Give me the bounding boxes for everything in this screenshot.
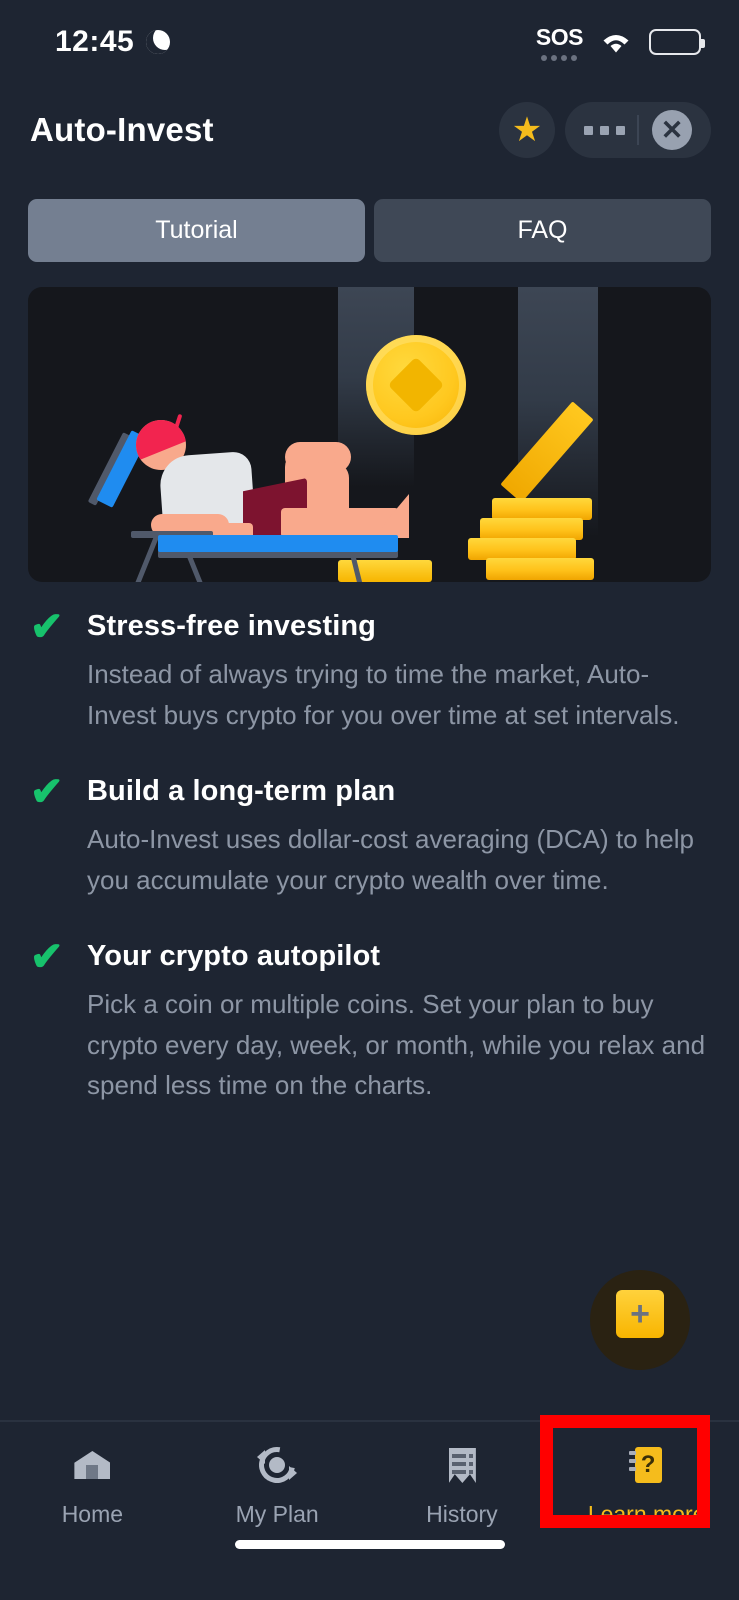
status-bar-right: SOS: [535, 23, 705, 61]
signal-dots-icon: [541, 54, 578, 61]
feature-item: ✔ Stress-free investing Instead of alway…: [30, 605, 710, 735]
sync-plan-icon: [252, 1439, 303, 1491]
close-icon: ✕: [652, 110, 692, 150]
tab-bar: Tutorial FAQ: [28, 199, 711, 262]
wifi-icon: [599, 29, 633, 55]
hero-illustration: [28, 287, 711, 582]
nav-label: Home: [61, 1501, 124, 1527]
home-indicator: [235, 1540, 505, 1549]
tab-faq[interactable]: FAQ: [374, 199, 711, 262]
feature-title: Build a long-term plan: [87, 775, 396, 808]
nav-item-history[interactable]: History: [370, 1422, 555, 1528]
header-pill-group: ✕: [565, 102, 711, 158]
lounger-person-illustration: [87, 413, 423, 582]
favorite-button[interactable]: ★: [499, 102, 555, 158]
tab-tutorial[interactable]: Tutorial: [28, 199, 365, 262]
question-book-icon: ?: [626, 1444, 668, 1486]
chair-seat: [158, 535, 398, 552]
feature-description: Instead of always trying to time the mar…: [87, 659, 680, 730]
nav-label: My Plan: [235, 1501, 319, 1527]
battery-icon: [649, 29, 705, 55]
close-button[interactable]: ✕: [639, 102, 705, 158]
sos-indicator: SOS: [535, 23, 584, 61]
more-icon-dot: [599, 125, 609, 135]
status-bar: 12:45 SOS: [0, 0, 739, 84]
bottom-navigation: Home My Plan History ? Learn more: [0, 1420, 739, 1552]
sos-label: SOS: [535, 23, 584, 50]
nav-item-home[interactable]: Home: [0, 1422, 185, 1528]
app-header: Auto-Invest ★ ✕: [0, 95, 739, 165]
moon-icon: [146, 30, 171, 54]
check-icon: ✔: [30, 605, 64, 649]
add-plan-fab[interactable]: +: [616, 1290, 664, 1338]
receipt-icon: [441, 1444, 483, 1486]
feature-title: Your crypto autopilot: [87, 940, 381, 973]
home-icon: [71, 1444, 113, 1486]
nav-item-learn-more[interactable]: ? Learn more: [554, 1422, 739, 1528]
coin-slab: [480, 518, 583, 540]
app-screen: 12:45 SOS Auto-Invest ★ ✕ Tutorial FAQ ✔…: [0, 0, 739, 1600]
status-bar-left: 12:45: [55, 25, 171, 59]
header-actions: ★ ✕: [499, 102, 711, 158]
nav-label: History: [426, 1501, 498, 1527]
feature-list: ✔ Stress-free investing Instead of alway…: [30, 605, 710, 1146]
feature-item: ✔ Your crypto autopilot Pick a coin or m…: [30, 935, 710, 1106]
star-icon: ★: [511, 111, 543, 149]
nav-label: Learn more: [587, 1501, 706, 1527]
feature-item: ✔ Build a long-term plan Auto-Invest use…: [30, 770, 710, 900]
more-icon-dot: [583, 125, 593, 135]
more-icon-dot: [615, 125, 625, 135]
page-title: Auto-Invest: [30, 111, 214, 148]
coin-slab: [468, 538, 576, 560]
feature-description: Pick a coin or multiple coins. Set your …: [87, 989, 706, 1101]
feature-description: Auto-Invest uses dollar-cost averaging (…: [87, 824, 694, 895]
coin-slab: [486, 558, 594, 580]
more-options-button[interactable]: [571, 102, 637, 158]
coin-slab: [492, 498, 592, 520]
check-icon: ✔: [30, 770, 64, 815]
status-time: 12:45: [55, 25, 135, 58]
feature-title: Stress-free investing: [87, 610, 376, 642]
nav-item-my-plan[interactable]: My Plan: [185, 1422, 370, 1528]
check-icon: ✔: [30, 935, 64, 980]
